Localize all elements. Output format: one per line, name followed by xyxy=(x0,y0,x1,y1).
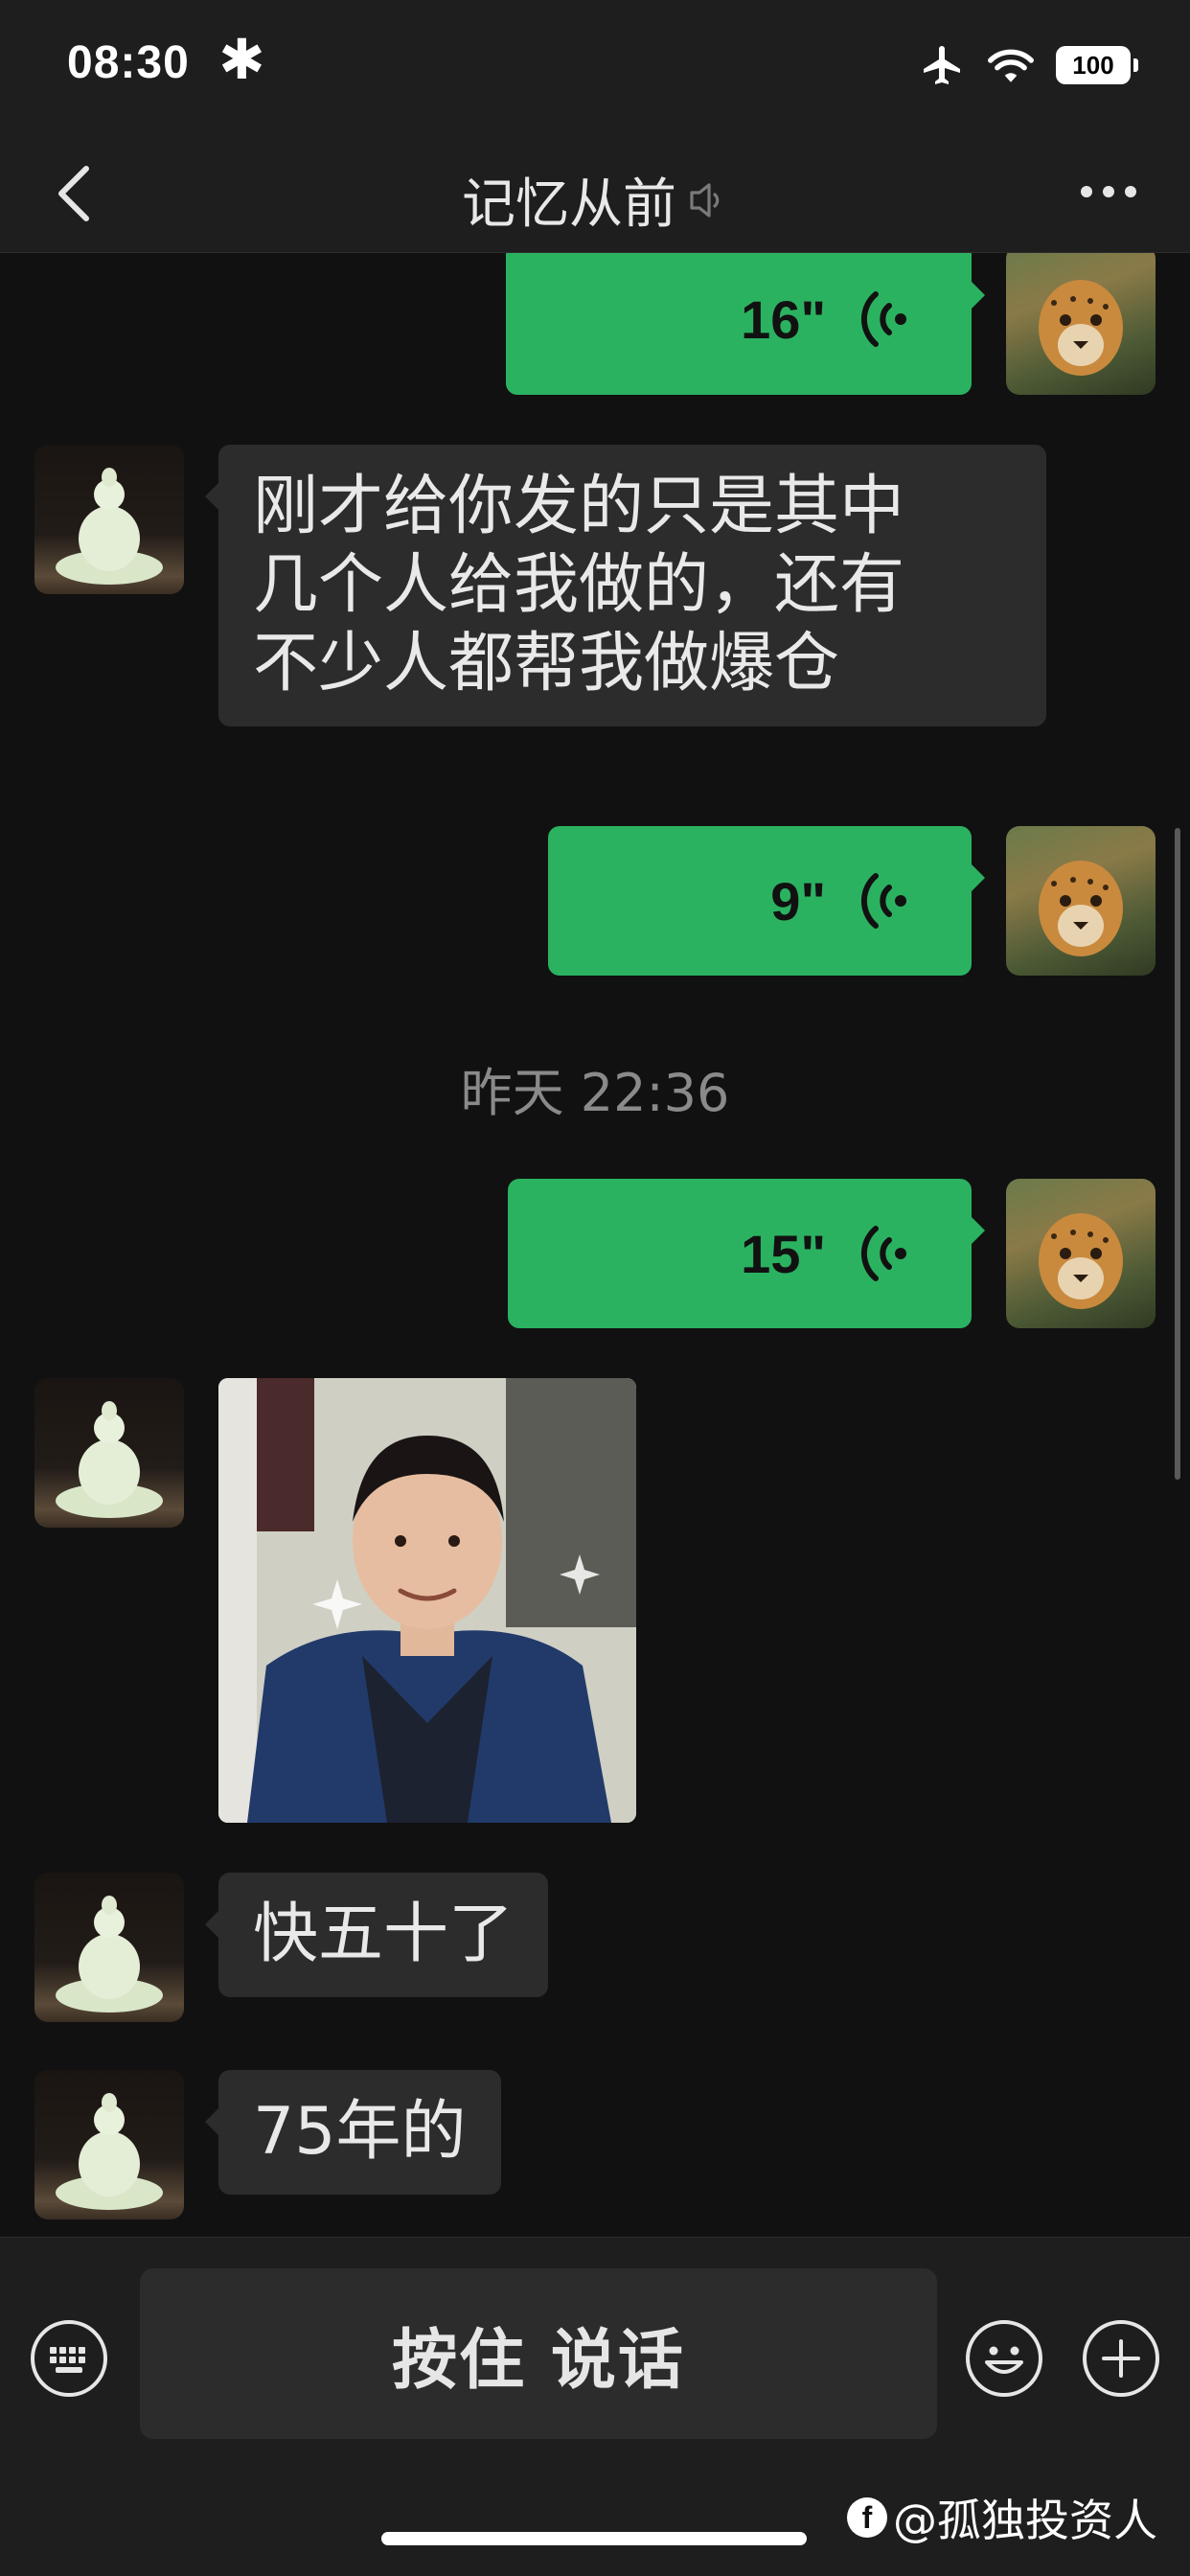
voice-wave-icon xyxy=(860,291,906,347)
message-text: 75年的 xyxy=(253,2094,467,2170)
home-indicator[interactable] xyxy=(381,2532,807,2545)
buddha-avatar-image xyxy=(56,1401,163,1518)
nav-bar: 记忆从前 xyxy=(0,134,1190,253)
more-dots-icon[interactable] xyxy=(1075,172,1142,211)
watermark-text: @孤独投资人 xyxy=(893,2495,1157,2546)
message-timestamp: 昨天 22:36 xyxy=(460,1063,730,1123)
cheetah-avatar-image xyxy=(1039,1213,1123,1309)
voice-message-bubble[interactable]: 16" xyxy=(506,253,985,395)
message-text: 快五十了 xyxy=(253,1897,515,1972)
message-line: 几个人给我做的，还有 xyxy=(253,547,905,623)
contact-avatar[interactable] xyxy=(34,2070,184,2220)
emoji-icon[interactable] xyxy=(964,2318,1044,2399)
muted-speaker-icon xyxy=(690,182,720,218)
voice-message-bubble[interactable]: 9" xyxy=(548,826,985,976)
status-bar: 08:30 ✱ 100 xyxy=(0,0,1190,134)
chat-area[interactable]: 16" 刚才给你发的只是其中 几个人给我做的，还有 不少人都帮我做爆仓 9" 昨… xyxy=(0,253,1190,2237)
status-icons: 100 xyxy=(920,42,1138,88)
voice-wave-icon xyxy=(860,873,906,929)
message-line: 不少人都帮我做爆仓 xyxy=(253,626,840,702)
buddha-avatar-image xyxy=(56,2093,163,2210)
text-message-bubble[interactable]: 75年的 xyxy=(205,2070,501,2195)
chat-title: 记忆从前 xyxy=(462,173,676,236)
self-avatar[interactable] xyxy=(1006,826,1156,976)
cheetah-avatar-image xyxy=(1039,280,1123,376)
voice-duration: 9" xyxy=(770,870,826,932)
voice-duration: 15" xyxy=(741,1223,826,1284)
battery-level: 100 xyxy=(1072,50,1114,80)
contact-avatar[interactable] xyxy=(34,1873,184,2022)
wifi-icon xyxy=(988,49,1034,82)
voice-message-bubble[interactable]: 15" xyxy=(508,1179,985,1328)
buddha-avatar-image xyxy=(56,1896,163,2012)
airplane-icon xyxy=(924,46,960,84)
hold-to-talk-button[interactable]: 按住 说话 xyxy=(140,2268,937,2439)
self-avatar[interactable] xyxy=(1006,1179,1156,1328)
watermark: f @孤独投资人 xyxy=(847,2486,1157,2549)
text-message-bubble[interactable]: 刚才给你发的只是其中 几个人给我做的，还有 不少人都帮我做爆仓 xyxy=(205,445,1046,726)
photo-message[interactable] xyxy=(218,1378,636,1823)
nav-title-group: 记忆从前 xyxy=(0,161,1190,239)
contact-avatar[interactable] xyxy=(34,445,184,594)
contact-avatar[interactable] xyxy=(34,1378,184,1528)
plus-icon[interactable] xyxy=(1081,2318,1161,2399)
buddha-avatar-image xyxy=(56,468,163,585)
chat-scrollbar[interactable] xyxy=(1175,828,1180,1480)
battery-icon: 100 xyxy=(1056,46,1138,84)
message-line: 刚才给你发的只是其中 xyxy=(253,469,905,544)
status-symbol: ✱ xyxy=(218,27,265,92)
keyboard-icon[interactable] xyxy=(29,2318,109,2399)
cheetah-avatar-image xyxy=(1039,861,1123,956)
status-time: 08:30 xyxy=(67,37,190,88)
voice-wave-icon xyxy=(860,1226,906,1281)
text-message-bubble[interactable]: 快五十了 xyxy=(204,1873,549,1997)
photo-of-man-image xyxy=(218,1378,636,1823)
voice-duration: 16" xyxy=(741,288,826,350)
facebook-logo-icon: f xyxy=(847,2497,887,2538)
self-avatar[interactable] xyxy=(1006,253,1156,395)
